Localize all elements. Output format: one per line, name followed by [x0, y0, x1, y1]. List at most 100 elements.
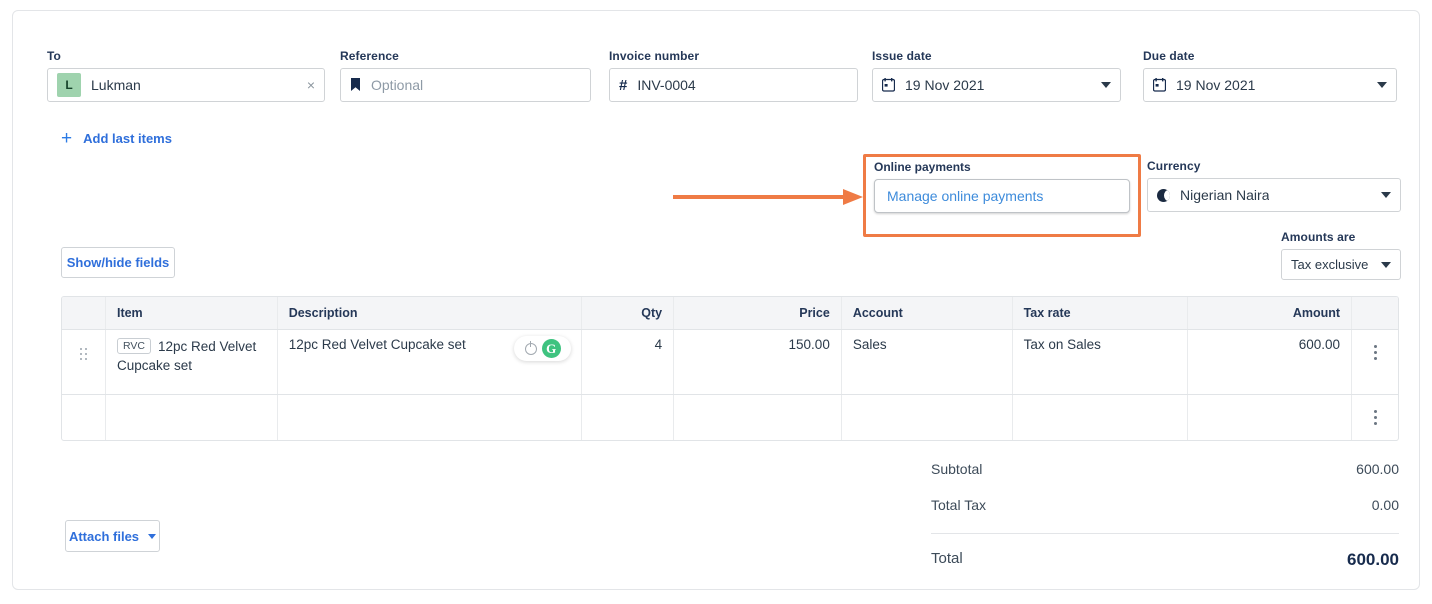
chevron-down-icon[interactable] [1377, 82, 1387, 88]
chevron-down-icon[interactable] [1101, 82, 1111, 88]
field-to: To L Lukman × [47, 49, 325, 102]
hash-icon: # [619, 76, 628, 94]
drag-handle-icon [79, 348, 87, 361]
calendar-icon [882, 78, 895, 92]
reference-placeholder: Optional [371, 77, 424, 93]
subtotal-label: Subtotal [931, 461, 983, 477]
field-issue-date-label: Issue date [872, 49, 932, 63]
line-items-table: Item Description Qty Price Account Tax r… [61, 296, 1399, 441]
col-header-item: Item [106, 297, 278, 329]
col-header-description: Description [278, 297, 583, 329]
power-icon[interactable] [524, 341, 537, 355]
clear-contact-icon[interactable]: × [307, 78, 315, 92]
calendar-icon [1153, 78, 1166, 92]
attach-files-button[interactable]: Attach files [65, 520, 160, 552]
due-date-value: 19 Nov 2021 [1176, 77, 1256, 93]
show-hide-fields-button[interactable]: Show/hide fields [61, 247, 175, 278]
cell-amount: 600.00 [1188, 330, 1353, 394]
col-header-drag [62, 297, 106, 329]
chevron-down-icon[interactable] [1381, 192, 1391, 198]
due-date-input[interactable]: 19 Nov 2021 [1143, 68, 1397, 102]
currency-select[interactable]: Nigerian Naira [1147, 178, 1401, 212]
field-amounts-are-label: Amounts are [1281, 230, 1356, 244]
row-drag-handle[interactable] [62, 395, 106, 440]
contact-input[interactable]: L Lukman × [47, 68, 325, 102]
cell-price[interactable]: 150.00 [674, 330, 842, 394]
total-value: 600.00 [1347, 550, 1399, 569]
field-to-label: To [47, 49, 61, 63]
field-due-date: Due date 19 Nov 2021 [1143, 49, 1397, 102]
plus-icon: + [61, 128, 73, 149]
col-header-price: Price [674, 297, 842, 329]
row-menu-button[interactable] [1352, 395, 1398, 440]
cell-amount[interactable] [1188, 395, 1353, 440]
cell-item[interactable]: RVC 12pc Red Velvet Cupcake set [106, 330, 278, 394]
avatar: L [57, 73, 81, 97]
attach-files-label: Attach files [68, 528, 140, 544]
grammarly-icon[interactable]: G [541, 339, 561, 358]
col-header-tax-rate: Tax rate [1013, 297, 1189, 329]
cell-description[interactable]: 12pc Red Velvet Cupcake set G [278, 330, 583, 394]
add-last-items-link[interactable]: + Add last items [61, 129, 172, 148]
grammarly-widget[interactable]: G [514, 336, 572, 361]
field-due-date-label: Due date [1143, 49, 1195, 63]
cell-tax-rate[interactable]: Tax on Sales [1013, 330, 1189, 394]
currency-value: Nigerian Naira [1180, 187, 1270, 203]
cell-item[interactable] [106, 395, 278, 440]
row-menu-button[interactable] [1352, 330, 1398, 394]
field-invoice-number-label: Invoice number [609, 49, 700, 63]
issue-date-value: 19 Nov 2021 [905, 77, 985, 93]
cell-qty[interactable] [582, 395, 675, 440]
cell-description-text: 12pc Red Velvet Cupcake set [288, 337, 466, 352]
cell-price[interactable] [674, 395, 842, 440]
col-header-amount: Amount [1188, 297, 1353, 329]
invoice-number-input[interactable]: # INV-0004 [609, 68, 858, 102]
table-row: RVC 12pc Red Velvet Cupcake set 12pc Red … [62, 330, 1398, 395]
amounts-are-value: Tax exclusive [1291, 257, 1369, 272]
table-header-row: Item Description Qty Price Account Tax r… [62, 297, 1398, 330]
field-reference: Reference Optional [340, 49, 591, 102]
field-amounts-are: Amounts are Tax exclusive [1281, 230, 1401, 280]
show-hide-fields-label: Show/hide fields [66, 255, 170, 270]
invoice-header-fields: To L Lukman × Reference Optional Invoice… [47, 49, 1397, 109]
invoice-number-value: INV-0004 [637, 77, 696, 93]
totals-panel: Subtotal 600.00 Total Tax 0.00 Total 600… [931, 461, 1399, 590]
contact-name: Lukman [91, 77, 141, 93]
kebab-menu-icon [1373, 345, 1377, 360]
field-currency: Currency Nigerian Naira [1147, 159, 1401, 212]
kebab-menu-icon [1373, 410, 1377, 425]
total-row: Total 600.00 [931, 550, 1399, 570]
field-issue-date: Issue date 19 Nov 2021 [872, 49, 1121, 102]
field-invoice-number: Invoice number # INV-0004 [609, 49, 858, 102]
reference-input[interactable]: Optional [340, 68, 591, 102]
field-currency-label: Currency [1147, 159, 1201, 173]
totals-divider [931, 533, 1399, 534]
cell-qty[interactable]: 4 [582, 330, 675, 394]
manage-online-payments-button[interactable]: Manage online payments [874, 179, 1130, 213]
field-reference-label: Reference [340, 49, 399, 63]
chevron-down-icon[interactable] [1381, 261, 1391, 268]
cell-account[interactable]: Sales [842, 330, 1013, 394]
col-header-actions [1352, 297, 1398, 329]
cell-account[interactable] [842, 395, 1013, 440]
total-tax-label: Total Tax [931, 497, 986, 513]
coin-icon [1157, 188, 1170, 202]
online-payments-label: Online payments [874, 160, 971, 174]
callout-arrow [673, 187, 863, 207]
total-label: Total [931, 550, 963, 567]
total-tax-value: 0.00 [1371, 497, 1399, 513]
subtotal-value: 600.00 [1356, 461, 1399, 477]
subtotal-row: Subtotal 600.00 [931, 461, 1399, 477]
col-header-account: Account [842, 297, 1013, 329]
issue-date-input[interactable]: 19 Nov 2021 [872, 68, 1121, 102]
table-row [62, 395, 1398, 440]
cell-tax-rate[interactable] [1013, 395, 1189, 440]
chevron-down-icon [148, 533, 157, 539]
col-header-qty: Qty [582, 297, 675, 329]
manage-online-payments-label: Manage online payments [887, 188, 1044, 204]
amounts-are-select[interactable]: Tax exclusive [1281, 249, 1401, 280]
row-drag-handle[interactable] [62, 330, 106, 394]
cell-description[interactable] [278, 395, 583, 440]
bookmark-icon [350, 78, 361, 92]
add-last-items-label: Add last items [83, 131, 172, 146]
